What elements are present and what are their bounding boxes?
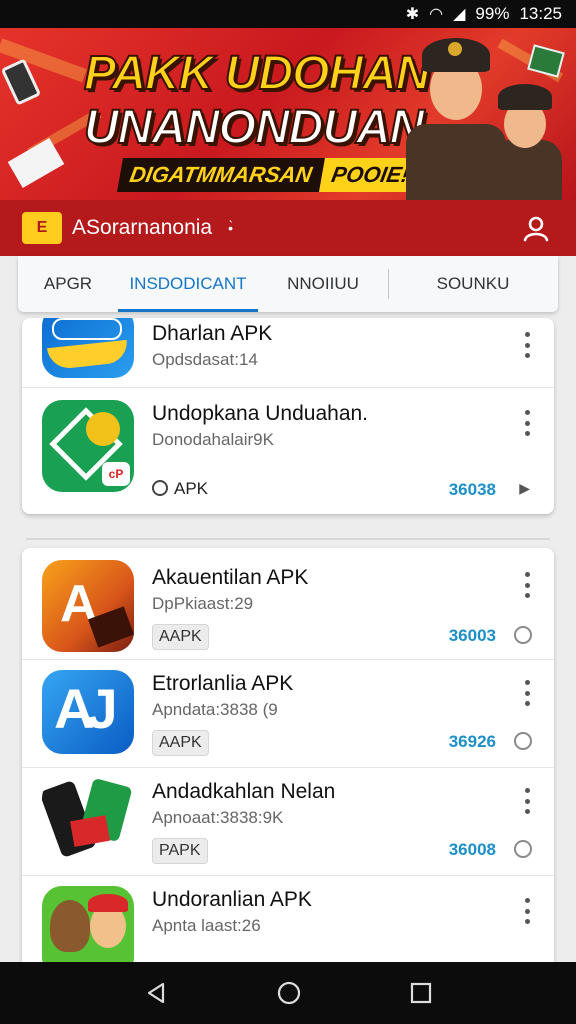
apk-badge[interactable]: AAPK: [152, 730, 209, 756]
list-item[interactable]: AJ Etrorlanlia APK Apndata:3838 (9 AAPK …: [22, 660, 554, 768]
banner-decor-right: [527, 44, 565, 78]
apk-label: APK: [174, 479, 209, 498]
app-subtitle: Opdsdasat:14: [152, 350, 258, 369]
signal-icon: ◢: [453, 6, 466, 23]
wifi-icon: ◠: [429, 6, 444, 23]
system-nav-bar: [0, 962, 576, 1024]
app-name: Akauentilan APK: [152, 566, 309, 589]
app-name: Etrorlanlia APK: [152, 672, 294, 695]
category-tabs: APGR INSDODICANT NNOIIUU SOUNKU: [18, 256, 558, 312]
tab-nnoiiuu[interactable]: NNOIIUU: [258, 256, 388, 312]
apk-link-icon: [152, 480, 168, 496]
tab-apgr[interactable]: APGR: [18, 256, 118, 312]
clock: 13:25: [519, 4, 562, 23]
download-count: 36926: [448, 732, 496, 751]
banner-headline-2: UNANONDUAN: [83, 100, 425, 155]
tab-sounku[interactable]: SOUNKU: [389, 256, 557, 312]
apk-badge[interactable]: PAPK: [152, 838, 208, 864]
more-options-icon[interactable]: [524, 788, 530, 814]
app-name: Undopkana Unduahan.: [152, 402, 369, 425]
app-name: Undoranlian APK: [152, 888, 312, 911]
select-radio[interactable]: [514, 840, 532, 858]
banner-decor-left2: [7, 138, 65, 188]
app-title: ASorarnanonia: [72, 216, 213, 239]
back-icon[interactable]: [144, 981, 168, 1005]
app-logo[interactable]: E: [22, 212, 62, 244]
app-title-mark: •̀: [228, 220, 234, 236]
more-options-icon[interactable]: [524, 410, 530, 436]
more-options-icon[interactable]: [524, 332, 530, 358]
app-subtitle: Apnoaat:3838:9K: [152, 808, 284, 827]
more-options-icon[interactable]: [524, 680, 530, 706]
banner-tag: DIGATMMARSAN POOIE!: [117, 158, 422, 192]
download-count: 36038: [448, 480, 496, 499]
user-icon[interactable]: [522, 214, 550, 242]
section-divider: [26, 538, 550, 540]
status-bar: ✱ ◠ ◢ 99% 13:25: [0, 0, 576, 28]
app-subtitle: DpPkiaast:29: [152, 594, 254, 613]
list-item[interactable]: Andadkahlan Nelan Apnoaat:3838:9K PAPK 3…: [22, 768, 554, 876]
list-item[interactable]: cP Undopkana Unduahan. Donodahalair9K AP…: [22, 388, 554, 514]
app-name: Andadkahlan Nelan: [152, 780, 336, 803]
app-subtitle: Donodahalair9K: [152, 430, 274, 449]
officer-illustration-2: [486, 80, 566, 200]
app-icon-andadkahlan: [42, 778, 134, 870]
app-icon-akauentilan: A: [42, 560, 134, 652]
select-radio[interactable]: [514, 732, 532, 750]
bluetooth-icon: ✱: [405, 6, 420, 23]
battery-level: 99%: [475, 4, 510, 23]
download-count: 36003: [448, 626, 496, 645]
recents-icon[interactable]: [410, 982, 432, 1004]
app-icon-undopkana: cP: [42, 400, 134, 492]
promo-banner[interactable]: PAKK UDOHAN UNANONDUAN DIGATMMARSAN POOI…: [0, 28, 576, 200]
tab-insdodicant[interactable]: INSDODICANT: [118, 256, 258, 312]
download-count: 36008: [448, 840, 496, 859]
more-options-icon[interactable]: [524, 898, 530, 924]
chevron-right-icon[interactable]: ▶: [519, 480, 530, 497]
banner-tag-left: DIGATMMARSAN: [117, 158, 325, 192]
more-options-icon[interactable]: [524, 572, 530, 598]
app-list-card-1: Dharlan APK Opdsdasat:14 cP Undopkana Un…: [22, 318, 554, 514]
list-item[interactable]: Dharlan APK Opdsdasat:14: [22, 318, 554, 388]
apk-badge[interactable]: AAPK: [152, 624, 209, 650]
app-icon-etrorlanlia: AJ: [42, 670, 134, 754]
app-name: Dharlan APK: [152, 322, 273, 345]
list-item[interactable]: A Akauentilan APK DpPkiaast:29 AAPK 3600…: [22, 548, 554, 660]
app-subtitle: Apnta laast:26: [152, 916, 261, 935]
app-list-card-2: A Akauentilan APK DpPkiaast:29 AAPK 3600…: [22, 548, 554, 978]
app-bar: E ASorarnanonia •̀: [0, 200, 576, 256]
banner-headline-1: PAKK UDOHAN: [83, 46, 431, 101]
home-icon[interactable]: [276, 980, 302, 1006]
select-radio[interactable]: [514, 626, 532, 644]
app-subtitle: Apndata:3838 (9: [152, 700, 278, 719]
app-icon-dharlan: [42, 318, 134, 378]
